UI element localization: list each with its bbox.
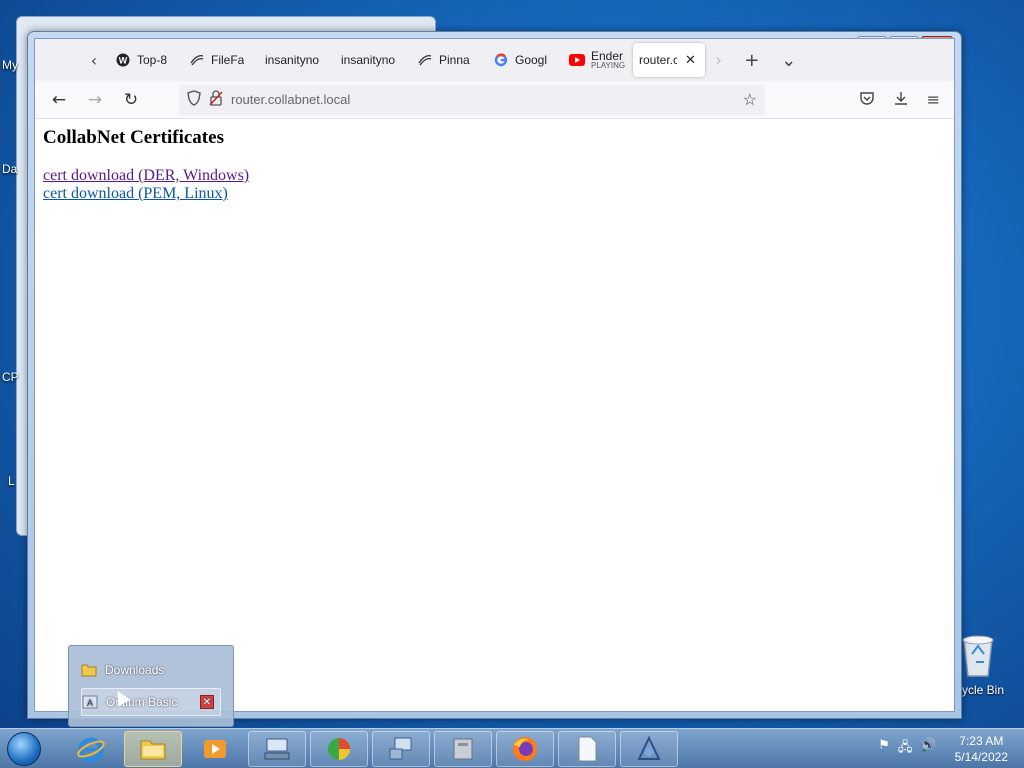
google-icon — [493, 52, 509, 68]
pinnacle-icon — [189, 52, 205, 68]
tab-title: Top-8 — [137, 53, 168, 67]
firefox-icon — [513, 736, 537, 761]
windows-logo-icon — [7, 731, 41, 766]
media-player-icon — [204, 739, 226, 758]
downloads-icon[interactable] — [893, 90, 909, 110]
keyboard-computer-icon — [264, 738, 290, 759]
blank-document-icon — [578, 736, 597, 761]
desktop-icon-label[interactable]: CP — [2, 370, 19, 384]
tab-title: Pinna — [439, 53, 470, 67]
tab-title: FileFa — [211, 53, 245, 67]
desktop-icon-label[interactable]: L — [8, 474, 15, 488]
tab-title: Googl — [515, 53, 548, 67]
url-text: router.collabnet.local — [231, 92, 351, 107]
system-tray: ⚑ 🖧 🔊 7:23 AM 5/14/2022 — [878, 729, 1024, 768]
taskbar-thumbnail-popup: Downloads A Ontium Basic ✕ — [68, 645, 234, 727]
jumplist-item-label: Downloads — [105, 663, 165, 677]
cert-download-pem-link[interactable]: cert download (PEM, Linux) — [43, 185, 946, 203]
taskbar: ⚑ 🖧 🔊 7:23 AM 5/14/2022 — [0, 728, 1024, 768]
internet-explorer-icon — [77, 737, 105, 762]
recycle-bin-icon[interactable] — [958, 632, 998, 678]
svg-text:A: A — [87, 698, 93, 708]
list-all-tabs-icon[interactable]: ⌄ — [781, 50, 796, 71]
clock-time: 7:23 AM — [959, 733, 1004, 748]
taskbar-media-player[interactable] — [186, 731, 244, 767]
url-bar[interactable]: router.collabnet.local ☆ — [179, 84, 765, 115]
cert-download-der-link[interactable]: cert download (DER, Windows) — [43, 167, 946, 185]
taskbar-notepad[interactable] — [558, 730, 616, 767]
application-icon: A — [82, 695, 98, 709]
youtube-icon — [569, 52, 585, 68]
tab-active[interactable]: router.c ✕ — [633, 43, 705, 77]
desktop-icon-label[interactable]: Da — [2, 162, 17, 176]
tab-title: insanityno — [265, 53, 320, 67]
new-tab-icon[interactable]: + — [744, 50, 759, 71]
close-icon[interactable]: ✕ — [200, 695, 214, 709]
network-icon[interactable]: 🖧 — [898, 738, 913, 760]
bookmark-star-icon[interactable]: ☆ — [743, 90, 757, 110]
clock-date: 5/14/2022 — [954, 749, 1008, 764]
tab[interactable]: FileFa — [183, 43, 259, 77]
taskbar-firefox[interactable] — [496, 730, 554, 767]
recycle-bin-label[interactable]: ycle Bin — [962, 683, 1004, 697]
navigation-toolbar: ← → ↻ router.collabnet.local ☆ ≡ — [35, 81, 954, 119]
taskbar-archive-app[interactable] — [434, 730, 492, 767]
action-center-icon[interactable]: ⚑ — [878, 738, 890, 760]
folder-icon — [81, 664, 97, 677]
tab-title: router.c — [639, 53, 677, 67]
application-icon — [637, 735, 661, 760]
forward-button[interactable]: → — [77, 90, 113, 110]
taskbar-app[interactable] — [620, 730, 678, 767]
tab-close-icon[interactable]: ✕ — [685, 52, 696, 68]
taskbar-chart-app[interactable] — [310, 730, 368, 767]
tab[interactable]: Ender PLAYING — [563, 43, 633, 77]
shield-icon[interactable] — [187, 90, 209, 109]
tab-title: insanityno — [341, 53, 396, 67]
browser-window: ▬ ❐ ✕ ‹ W Top-8 FileFa insanityno — [27, 31, 962, 719]
insecure-lock-icon[interactable] — [209, 90, 231, 109]
tab-scroll-left-icon[interactable]: ‹ — [79, 51, 109, 70]
tab-playing-status: PLAYING — [591, 60, 626, 70]
pinnacle-icon — [417, 52, 433, 68]
jumplist-item-downloads[interactable]: Downloads — [81, 656, 221, 684]
menu-icon[interactable]: ≡ — [927, 90, 940, 110]
taskbar-remote-desktop[interactable] — [248, 730, 306, 767]
folder-icon — [140, 740, 166, 759]
browser-frame: ‹ W Top-8 FileFa insanityno insanityno P… — [34, 38, 955, 712]
volume-icon[interactable]: 🔊 — [920, 738, 936, 760]
tab[interactable]: W Top-8 — [109, 43, 183, 77]
tab[interactable]: Googl — [487, 43, 563, 77]
pocket-icon[interactable] — [859, 90, 875, 110]
tab[interactable]: insanityno — [259, 43, 335, 77]
taskbar-network-app[interactable] — [372, 730, 430, 767]
tab[interactable]: insanityno — [335, 43, 411, 77]
taskbar-explorer[interactable] — [124, 730, 182, 767]
tab[interactable]: Pinna — [411, 43, 487, 77]
pie-chart-icon — [328, 737, 350, 760]
start-button[interactable] — [0, 729, 48, 768]
svg-text:W: W — [119, 56, 128, 66]
page-content: CollabNet Certificates cert download (DE… — [35, 119, 954, 211]
taskbar-ie[interactable] — [62, 731, 120, 767]
jumplist-item-selected[interactable]: A Ontium Basic ✕ — [81, 688, 221, 716]
wordpress-icon: W — [115, 52, 131, 68]
page-title: CollabNet Certificates — [43, 127, 224, 148]
desktop-icon-label[interactable]: My — [2, 58, 18, 72]
back-button[interactable]: ← — [41, 90, 77, 110]
archive-icon — [453, 738, 473, 759]
reload-button[interactable]: ↻ — [113, 90, 149, 110]
tab-bar: ‹ W Top-8 FileFa insanityno insanityno P… — [35, 39, 954, 81]
network-computer-icon — [389, 737, 412, 759]
tab-scroll-right-icon[interactable]: › — [715, 50, 722, 71]
clock[interactable]: 7:23 AM 5/14/2022 — [955, 733, 1008, 765]
